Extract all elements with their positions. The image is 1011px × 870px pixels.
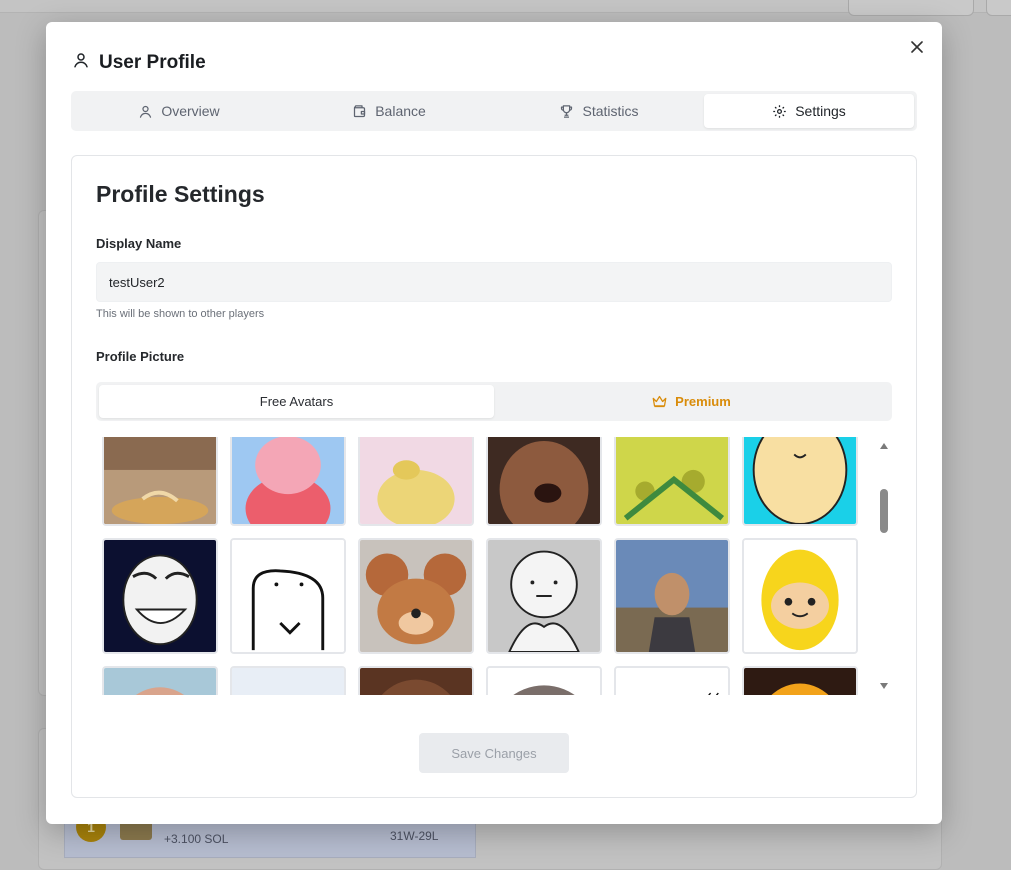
close-button[interactable] [908,38,926,56]
avatar-cartoon-face[interactable] [742,437,858,526]
avatar-thinking-meme[interactable] [486,538,602,654]
scroll-up-icon[interactable] [880,443,888,449]
avatar-grid [102,437,858,695]
profile-picture-label: Profile Picture [96,349,185,364]
tab-label: Overview [161,103,220,119]
user-icon [72,51,90,74]
background-winnings: +3.100 SOL [164,832,229,846]
avatar-orange-pixel-glasses[interactable] [742,666,858,695]
tab-label: Statistics [582,103,639,119]
avatar-category-tabs: Free Avatars Premium [96,382,892,421]
display-name-helper: This will be shown to other players [96,308,265,320]
wallet-icon [354,104,366,117]
profile-settings-panel: Profile Settings Display Name This will … [71,155,917,798]
profile-tabs: Overview Balance Statistics Settings [71,91,917,131]
save-changes-button[interactable]: Save Changes [419,733,569,773]
gear-icon [773,104,786,118]
tab-label: Premium [675,394,731,409]
trophy-icon [561,104,573,118]
tab-settings[interactable]: Settings [704,94,914,128]
avatar-peppa-pig[interactable] [230,437,346,526]
avatar-heavy-face[interactable] [486,437,602,526]
avatar-pepe-sunglasses[interactable] [230,666,346,695]
background-record: 31W-29L [390,829,439,843]
tab-statistics[interactable]: Statistics [494,94,704,128]
tab-free-avatars[interactable]: Free Avatars [99,385,494,418]
user-profile-modal: User Profile Overview Balance Statistics… [46,22,942,824]
avatar-spongebob[interactable] [614,437,730,526]
tab-label: Balance [375,103,426,119]
tab-label: Free Avatars [259,394,334,409]
avatar-grid-scrollbar[interactable] [876,437,892,695]
avatar-old-lady-glasses[interactable] [102,666,218,695]
avatar-mr-bean[interactable] [614,538,730,654]
background-topbar-button [986,0,1011,16]
display-name-input[interactable] [96,262,892,302]
avatar-yao-ming-meme[interactable] [102,538,218,654]
avatar-doodle-blob[interactable] [230,538,346,654]
scroll-down-icon[interactable] [880,683,888,689]
close-icon [911,41,923,53]
panel-title: Profile Settings [96,181,265,207]
avatar-banana-monkey[interactable] [742,538,858,654]
background-topbar-button [848,0,974,16]
crown-icon [652,395,667,408]
tab-premium[interactable]: Premium [494,385,889,418]
modal-header: User Profile [72,51,206,74]
display-name-label: Display Name [96,236,182,251]
avatar-closeup-face[interactable] [358,666,474,695]
avatar-cat-eating[interactable] [102,437,218,526]
avatar-doodle-coffee[interactable] [614,666,730,695]
avatar-jerry-mouse[interactable] [358,538,474,654]
tab-overview[interactable]: Overview [74,94,284,128]
modal-title: User Profile [99,51,206,73]
avatar-grid-viewport [102,437,862,695]
avatar-yellow-creature[interactable] [358,437,474,526]
tab-label: Settings [795,103,846,119]
tab-balance[interactable]: Balance [284,94,494,128]
scrollbar-thumb[interactable] [880,489,888,533]
avatar-hedgehog-pixel-glasses[interactable] [486,666,602,695]
user-icon [140,105,152,118]
